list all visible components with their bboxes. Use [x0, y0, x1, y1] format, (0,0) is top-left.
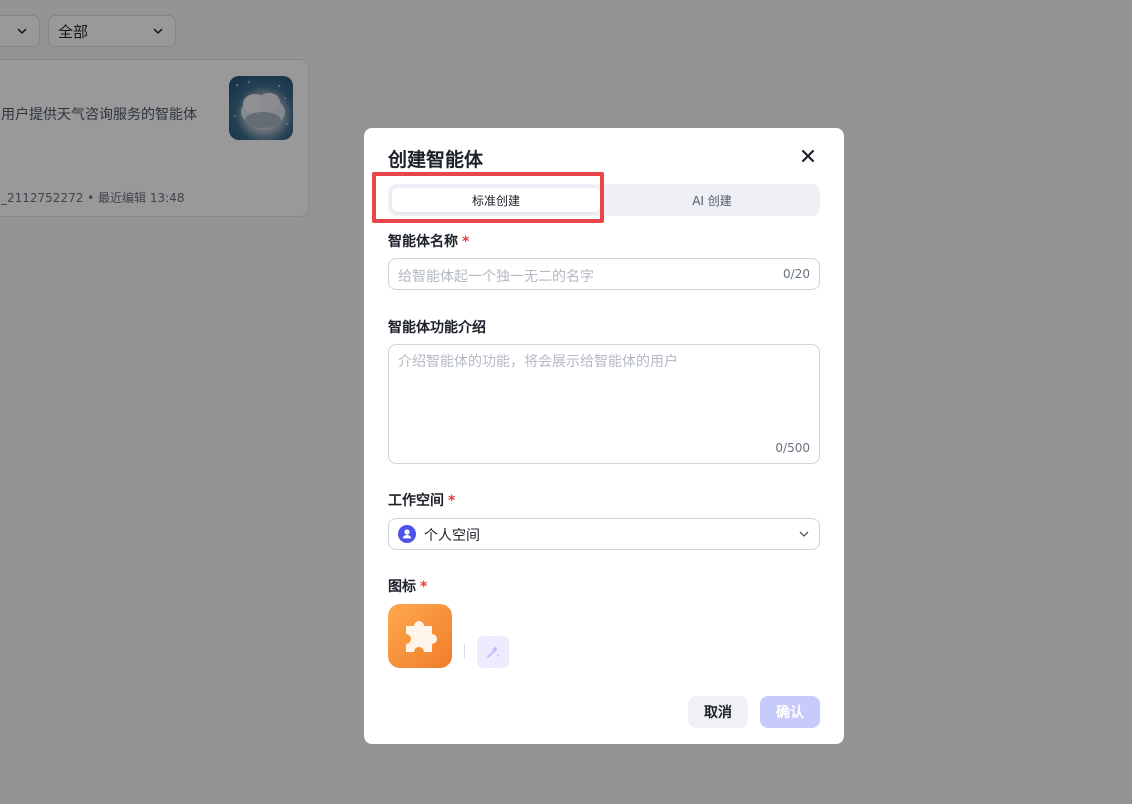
required-mark: * — [462, 234, 470, 250]
agent-icon-upload[interactable] — [388, 604, 452, 668]
close-icon[interactable] — [800, 148, 816, 164]
required-mark: * — [420, 579, 428, 595]
agent-name-placeholder: 给智能体起一个独一无二的名字 — [398, 269, 594, 285]
create-agent-dialog: 创建智能体 标准创建 AI 创建 智能体名称 * 给智能体起一个独一无二的名字 0… — [364, 128, 844, 744]
workspace-value: 个人空间 — [424, 528, 480, 544]
name-label-text: 智能体名称 — [388, 234, 458, 250]
name-label: 智能体名称 * — [388, 231, 469, 251]
agent-description-placeholder: 介绍智能体的功能，将会展示给智能体的用户 — [398, 354, 678, 370]
workspace-label: 工作空间 * — [388, 490, 455, 510]
user-avatar-icon — [398, 525, 416, 543]
tab-ai-create[interactable]: AI 创建 — [608, 188, 816, 212]
agent-name-count: 0/20 — [783, 267, 810, 281]
required-mark: * — [448, 493, 456, 509]
sparkle-icon — [487, 646, 500, 658]
divider — [464, 644, 465, 659]
agent-description-textarea[interactable]: 介绍智能体的功能，将会展示给智能体的用户 0/500 — [388, 344, 820, 464]
chevron-down-icon — [799, 531, 809, 537]
agent-description-count: 0/500 — [775, 441, 810, 455]
cancel-button[interactable]: 取消 — [688, 696, 748, 728]
workspace-label-text: 工作空间 — [388, 493, 444, 509]
dialog-title: 创建智能体 — [388, 149, 484, 171]
agent-name-input[interactable]: 给智能体起一个独一无二的名字 0/20 — [388, 258, 820, 290]
highlight-box — [372, 172, 604, 223]
puzzle-icon — [406, 621, 437, 652]
description-label: 智能体功能介绍 — [388, 320, 486, 336]
ai-generate-icon-button[interactable] — [477, 636, 509, 668]
workspace-select[interactable]: 个人空间 — [388, 518, 820, 550]
confirm-button[interactable]: 确认 — [760, 696, 820, 728]
icon-label-text: 图标 — [388, 579, 416, 595]
icon-label: 图标 * — [388, 576, 427, 596]
